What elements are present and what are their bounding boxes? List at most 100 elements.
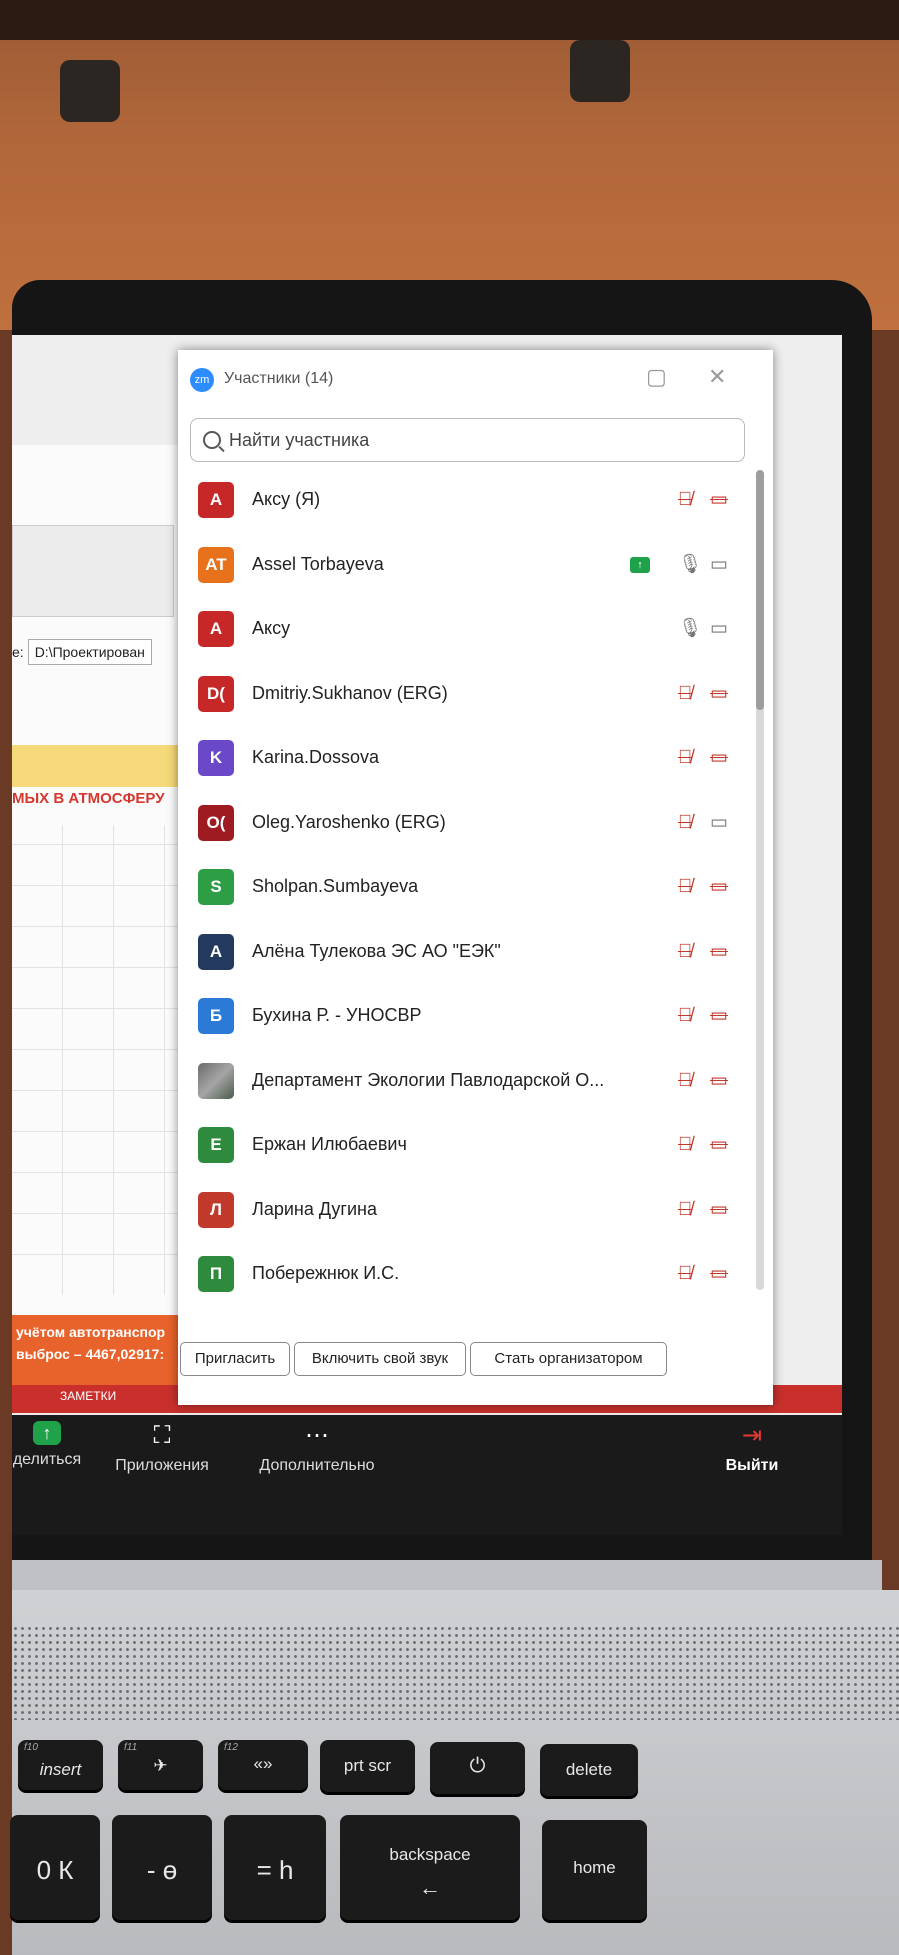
participant-row[interactable]: П Побережнюк И.С. 🎙̸ ▭ xyxy=(178,1242,746,1307)
participant-row[interactable]: Е Ержан Илюбаевич 🎙̸ ▭ xyxy=(178,1113,746,1178)
more-icon: ⋯ xyxy=(305,1422,329,1449)
mic-muted-icon[interactable]: 🎙̸ xyxy=(678,1198,692,1222)
share-icon: ↑ xyxy=(33,1421,61,1445)
participant-name: Ержан Илюбаевич xyxy=(252,1134,407,1154)
participant-name: Oleg.Yaroshenko (ERG) xyxy=(252,811,446,832)
airplane-key[interactable]: f11 ✈ xyxy=(118,1740,203,1790)
file-path-field[interactable]: D:\Проектирован xyxy=(27,639,152,665)
delete-key[interactable]: delete xyxy=(540,1744,638,1796)
video-off-icon[interactable]: ▭ xyxy=(710,1262,728,1286)
participant-name: Dmitriy.Sukhanov (ERG) xyxy=(252,682,448,703)
power-key[interactable]: ⏻ xyxy=(430,1742,525,1794)
more-label: Дополнительно xyxy=(259,1457,375,1474)
video-off-icon[interactable]: ▭ xyxy=(710,682,728,706)
display-switch-icon: «» xyxy=(253,1754,273,1773)
participant-row[interactable]: Л Ларина Дугина 🎙̸ ▭ xyxy=(178,1178,746,1243)
mic-muted-icon[interactable]: 🎙̸ xyxy=(678,1133,692,1157)
screen-share-icon: ↑ xyxy=(630,556,650,573)
panel-title: Участники (14) xyxy=(224,370,334,387)
participant-row[interactable]: D( Dmitriy.Sukhanov (ERG) 🎙̸ ▭ xyxy=(178,662,746,727)
scrollbar[interactable] xyxy=(756,470,764,1290)
participant-name: Ларина Дугина xyxy=(252,1198,377,1219)
participants-panel: zm Участники (14) ▢ ✕ Найти участника АА… xyxy=(178,350,773,1405)
participant-row[interactable]: S Sholpan.Sumbayeva 🎙̸ ▭ xyxy=(178,855,746,920)
video-off-icon[interactable]: ▭ xyxy=(710,1069,728,1093)
avatar: Б xyxy=(198,998,234,1034)
meeting-toolbar: ↑ делиться ⛶ Приложения ⋯ Дополнительно … xyxy=(12,1415,842,1535)
video-icon[interactable]: ▭ xyxy=(710,811,728,835)
file-path-row: e: D:\Проектирован xyxy=(12,635,182,669)
participant-name: Sholpan.Sumbayeva xyxy=(252,876,419,896)
make-host-button[interactable]: Стать организатором xyxy=(470,1342,667,1376)
participant-row[interactable]: K Karina.Dossova 🎙̸ ▭ xyxy=(178,726,746,791)
zoom-logo-icon: zm xyxy=(190,368,214,392)
participant-list: А Аксу (Я) 🎙̸ ▭ AT Assel Torbayeva ↑ 🎙 ▭ А Аксу 🎙 ▭ D… xyxy=(178,468,746,1308)
mic-muted-icon[interactable]: 🎙̸ xyxy=(678,1069,692,1093)
mic-icon[interactable]: 🎙 xyxy=(678,617,702,641)
video-off-icon[interactable]: ▭ xyxy=(710,746,728,770)
participant-row[interactable]: А Алёна Тулекова ЭС АО "ЕЭК" 🎙̸ ▭ xyxy=(178,920,746,985)
invite-button[interactable]: Пригласить xyxy=(180,1342,290,1376)
participant-name: Karina.Dossova xyxy=(252,747,380,767)
minus-key[interactable]: - ө xyxy=(112,1815,212,1920)
insert-key-label: insert xyxy=(39,1760,82,1779)
avatar: AT xyxy=(198,546,234,583)
video-off-icon[interactable]: ▭ xyxy=(710,1133,728,1157)
backspace-arrow-icon: ← xyxy=(419,1875,441,1900)
avatar: D( xyxy=(198,675,234,712)
participant-name: Департамент Экологии Павлодарской О... xyxy=(252,1069,605,1090)
participant-row[interactable]: Департамент Экологии Павлодарской О... 🎙̸… xyxy=(178,1049,746,1114)
participant-name: Побережнюк И.С. xyxy=(252,1263,400,1283)
maximize-icon[interactable]: ▢ xyxy=(646,364,667,390)
video-off-icon[interactable]: ▭ xyxy=(710,940,728,964)
equals-key[interactable]: = һ xyxy=(224,1815,326,1920)
mic-muted-icon[interactable]: 🎙̸ xyxy=(678,746,692,770)
home-label: home xyxy=(573,1858,616,1877)
mic-muted-icon[interactable]: 🎙̸ xyxy=(678,682,692,706)
video-icon[interactable]: ▭ xyxy=(710,553,728,577)
video-off-icon[interactable]: ▭ xyxy=(710,875,728,899)
file-path-label: e: xyxy=(12,644,24,660)
unmute-button[interactable]: Включить свой звук xyxy=(294,1342,466,1376)
apps-icon: ⛶ xyxy=(153,1422,171,1449)
participant-row[interactable]: А Аксу (Я) 🎙̸ ▭ xyxy=(178,468,746,533)
display-key[interactable]: f12 «» xyxy=(218,1740,308,1790)
avatar: П xyxy=(198,1256,234,1292)
avatar xyxy=(198,1062,234,1099)
participant-row[interactable]: O(Oleg.Yaroshenko (ERG) 🎙̸ ▭ xyxy=(178,791,746,856)
participant-row[interactable]: Б Бухина Р. - УНОСВР 🎙̸ ▭ xyxy=(178,984,746,1049)
participant-row[interactable]: А Аксу 🎙 ▭ xyxy=(178,597,746,662)
mic-icon[interactable]: 🎙 xyxy=(678,553,702,577)
avatar: S xyxy=(198,869,234,905)
video-off-icon[interactable]: ▭ xyxy=(710,488,728,512)
scrollbar-thumb[interactable] xyxy=(756,470,764,710)
leave-button[interactable]: ⇥ Выйти xyxy=(712,1421,792,1475)
insert-key[interactable]: f10 insert xyxy=(18,1740,103,1790)
mic-muted-icon[interactable]: 🎙̸ xyxy=(678,1262,692,1286)
mic-muted-icon[interactable]: 🎙̸ xyxy=(678,488,692,512)
video-off-icon[interactable]: ▭ xyxy=(710,1198,728,1222)
participant-name: Алёна Тулекова ЭС АО "ЕЭК" xyxy=(252,940,501,961)
mic-muted-icon[interactable]: 🎙̸ xyxy=(678,811,692,835)
insert-fn-label: f10 xyxy=(24,1742,38,1753)
mic-muted-icon[interactable]: 🎙̸ xyxy=(678,940,692,964)
apps-button[interactable]: ⛶ Приложения xyxy=(107,1421,217,1475)
airplane-fn-label: f11 xyxy=(124,1742,138,1753)
video-off-icon[interactable]: ▭ xyxy=(710,1004,728,1028)
home-key[interactable]: home xyxy=(542,1820,647,1920)
panel-titlebar: zm Участники (14) ▢ ✕ xyxy=(178,350,773,406)
mic-muted-icon[interactable]: 🎙̸ xyxy=(678,875,692,899)
leave-label: Выйти xyxy=(725,1457,779,1474)
video-icon[interactable]: ▭ xyxy=(710,617,728,641)
backspace-key[interactable]: backspace ← xyxy=(340,1815,520,1920)
mic-muted-icon[interactable]: 🎙̸ xyxy=(678,1004,692,1028)
letter-key[interactable]: 0 К xyxy=(10,1815,100,1920)
more-button[interactable]: ⋯ Дополнительно xyxy=(242,1421,392,1475)
search-input[interactable]: Найти участника xyxy=(190,418,745,462)
participant-name: Аксу (Я) xyxy=(252,489,321,509)
share-button[interactable]: ↑ делиться xyxy=(12,1421,82,1469)
close-icon[interactable]: ✕ xyxy=(708,364,726,390)
notes-label[interactable]: ЗАМЕТКИ xyxy=(60,1389,116,1403)
prt-scr-key[interactable]: prt scr xyxy=(320,1740,415,1792)
participant-row[interactable]: AT Assel Torbayeva ↑ 🎙 ▭ xyxy=(178,533,746,598)
